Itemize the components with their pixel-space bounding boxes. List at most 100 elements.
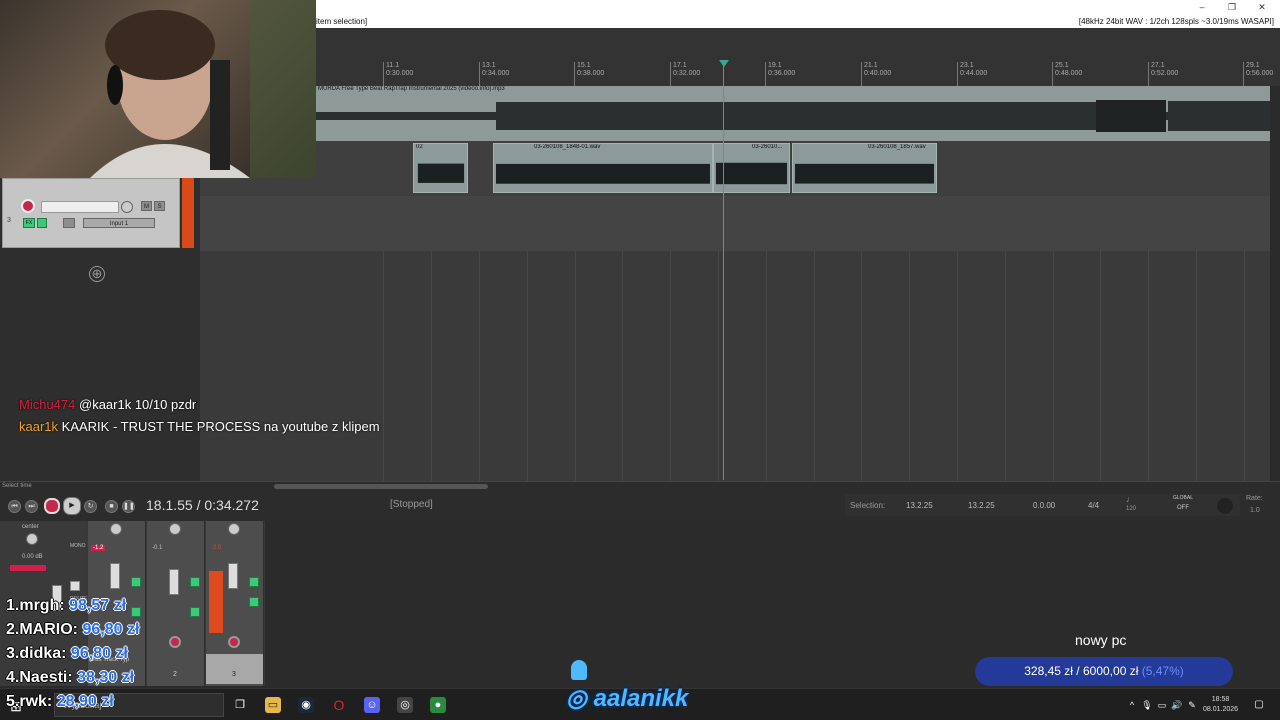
chrome-icon[interactable]: ● [430, 697, 446, 713]
donor-name: didka: [19, 645, 67, 662]
audio-item-beat[interactable]: MURDA Free Type Beat RapTrap Instrumenta… [316, 86, 1270, 141]
taskbar-clock[interactable]: 18:58 08.01.2026 [1203, 695, 1238, 715]
goal-current: 328,45 zł [1024, 664, 1073, 678]
audio-item-vocal[interactable]: 03-260108_1857.wav [792, 143, 937, 193]
item-name: 03-26010... [752, 144, 783, 150]
track-lane-beat[interactable]: MURDA Free Type Beat RapTrap Instrumenta… [316, 86, 1270, 141]
record-arm-icon[interactable] [169, 636, 181, 648]
chat-text: KAARIK - TRUST THE PROCESS na youtube z … [61, 419, 380, 434]
rate-value[interactable]: 1.0 [1250, 507, 1260, 514]
clock-date: 08.01.2026 [1203, 706, 1239, 713]
chat-message: kaar1k KAARIK - TRUST THE PROCESS na you… [19, 418, 399, 435]
ruler-mark: 23.1 0:44.000 [957, 62, 987, 86]
input-monitor-icon[interactable] [63, 218, 75, 228]
tray-chevron-icon[interactable]: ^ [1124, 697, 1140, 713]
chat-username: Michu474 [19, 397, 76, 412]
pan-knob[interactable] [228, 523, 240, 535]
phase-icon[interactable] [249, 577, 259, 587]
task-view-icon[interactable]: ❐ [232, 697, 248, 713]
window-title: item selection] [316, 17, 368, 26]
track-lane-empty[interactable] [200, 196, 1270, 251]
fx-enable-icon[interactable] [131, 607, 141, 617]
pause-button[interactable]: ❚❚ [122, 500, 135, 513]
waveform [316, 100, 1270, 132]
pan-knob[interactable] [110, 523, 122, 535]
selection-length[interactable]: 0.0.00 [1033, 501, 1055, 510]
go-to-start-icon[interactable]: ⏮ [8, 500, 21, 513]
discord-icon[interactable]: ☺ [364, 697, 380, 713]
stop-button[interactable]: ■ [105, 500, 118, 513]
mixer-strip: -2.0 3 [206, 521, 264, 686]
time-signature[interactable]: 4/4 [1088, 501, 1099, 510]
add-track-icon[interactable]: ⊕ [89, 266, 105, 282]
volume-icon[interactable]: 🔊 [1169, 697, 1185, 713]
fx-enable-icon[interactable] [37, 218, 47, 228]
minimize-icon[interactable]: – [1188, 1, 1216, 13]
mute-icon[interactable] [70, 581, 80, 591]
mute-button[interactable]: M [141, 201, 152, 211]
audio-item-vocal[interactable]: 02 [413, 143, 468, 193]
record-arm-icon[interactable] [228, 636, 240, 648]
phase-icon[interactable] [131, 577, 141, 587]
network-icon[interactable]: ▭ [1154, 697, 1170, 713]
ruler-mark: 25.1 0:48.000 [1052, 62, 1082, 86]
fx-enable-icon[interactable] [190, 607, 200, 617]
master-pan-knob[interactable] [26, 533, 38, 545]
file-explorer-icon[interactable]: ▭ [265, 697, 281, 713]
volume-fader[interactable] [228, 563, 238, 589]
donor-amount: 96,80 zł [70, 645, 128, 662]
play-status: [Stopped] [390, 499, 433, 510]
global-state[interactable]: OFF [1177, 505, 1189, 511]
close-icon[interactable]: ✕ [1248, 1, 1276, 13]
select-time-label: Select time [2, 483, 32, 489]
solo-button[interactable]: S [154, 201, 165, 211]
chat-text: @kaar1k 10/10 pzdr [79, 397, 197, 412]
selection-end[interactable]: 13.2.25 [968, 501, 995, 510]
chat-message: Michu474 @kaar1k 10/10 pzdr [19, 396, 196, 413]
maximize-icon[interactable]: ❐ [1218, 1, 1246, 13]
rate-knob[interactable] [1217, 498, 1233, 514]
audio-item-vocal[interactable]: 03-260108_1848-01.wav [493, 143, 713, 193]
input-select[interactable]: Input 1 [83, 218, 155, 228]
selection-start[interactable]: 13.2.25 [906, 501, 933, 510]
reaper-icon[interactable]: ◎ [397, 697, 413, 713]
track-number: 3 [7, 217, 11, 224]
repeat-icon[interactable]: ↻ [84, 500, 97, 513]
donor-name: Naesti: [19, 669, 73, 686]
timeline-ruler[interactable]: 11.1 0:30.000 13.1 0:34.000 15.1 0:38.000 1… [316, 28, 1280, 86]
track-lane-vocals[interactable]: 02 03-260108_1848-01.wav 03-26010... 03-… [200, 141, 1270, 196]
audio-item-vocal[interactable]: 03-26010... [713, 143, 790, 193]
bpm-value[interactable]: 120 [1126, 506, 1136, 512]
ruler-mark: 15.1 0:38.000 [574, 62, 604, 86]
instagram-icon: ◎ [566, 685, 587, 712]
goal-progress-bar: 328,45 zł / 6000,00 zł (5,47%) [975, 657, 1233, 686]
mono-button[interactable]: MONO [70, 543, 86, 549]
fx-enable-icon[interactable] [249, 597, 259, 607]
track-header[interactable]: M S 3 FX Input 1 [2, 178, 180, 248]
record-arm-button[interactable] [21, 199, 35, 213]
track-vu-meter [182, 178, 194, 248]
waveform [417, 163, 465, 183]
fx-button[interactable]: FX [23, 218, 35, 228]
playhead-marker[interactable] [719, 60, 729, 67]
volume-fader[interactable] [110, 563, 120, 589]
volume-knob[interactable] [121, 201, 133, 213]
donor-amount: 38,30 zł [77, 669, 135, 686]
phase-icon[interactable] [190, 577, 200, 587]
track-name-field[interactable] [41, 201, 119, 213]
pan-label: center [22, 524, 39, 530]
steam-icon[interactable]: ◉ [298, 697, 314, 713]
microphone-icon[interactable]: 🎙 [1139, 697, 1155, 713]
play-button[interactable]: ▶ [63, 497, 81, 515]
language-icon[interactable]: ✎ [1184, 697, 1200, 713]
master-peak-indicator [10, 565, 46, 571]
pan-knob[interactable] [169, 523, 181, 535]
notifications-icon[interactable]: ▢ [1251, 697, 1267, 713]
horizontal-scrollbar[interactable] [274, 484, 488, 489]
record-button[interactable] [44, 498, 60, 514]
volume-fader[interactable] [169, 569, 179, 595]
waveform [495, 163, 710, 184]
opera-icon[interactable]: O [331, 697, 347, 713]
metronome-icon[interactable]: ♩ [1126, 494, 1135, 504]
go-to-end-icon[interactable]: ⏭ [25, 500, 38, 513]
